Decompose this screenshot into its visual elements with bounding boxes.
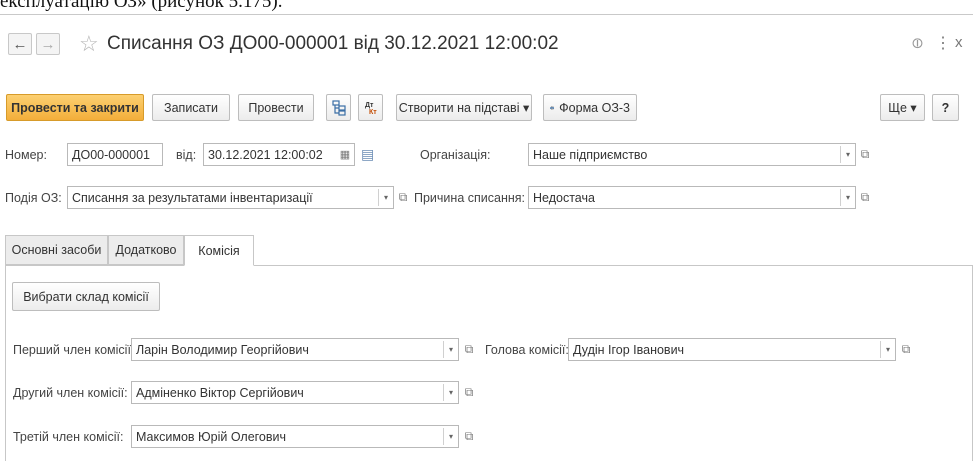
event-value: Списання за результатами інвентаризації [72,190,313,205]
open-first-member-icon[interactable]: ⧉ [462,338,476,361]
second-member-label: Другий член комісії: [13,386,128,400]
printer-icon [550,105,555,110]
first-member-value: Ларін Володимир Георгійович [136,342,309,357]
favorite-star-icon[interactable]: ☆ [79,33,99,55]
back-button[interactable]: ← [8,33,32,55]
post-and-close-button[interactable]: Провести та закрити [6,94,144,121]
forward-button[interactable]: → [36,33,60,55]
first-member-label: Перший член комісії: [13,343,135,357]
reason-label: Причина списання: [414,191,525,205]
link-icon[interactable]: ⊘ [906,32,928,54]
arrow-left-icon: ← [12,35,28,53]
post-button[interactable]: Провести [238,94,314,121]
structure-button[interactable] [326,94,351,121]
chair-value: Дудін Ігор Іванович [573,342,685,357]
third-member-label: Третій член комісії: [13,430,124,444]
reason-value: Недостача [533,190,595,205]
print-form-label: Форма ОЗ-3 [559,100,630,115]
dt-kt-icon: Дт Кт [365,102,377,116]
tab-additional[interactable]: Додатково [108,235,184,265]
hierarchy-icon [331,99,346,116]
dropdown-arrow-icon[interactable]: ▾ [379,187,393,208]
divider [0,14,973,15]
event-field[interactable]: Списання за результатами інвентаризації … [67,186,394,209]
organization-label: Організація: [420,148,491,162]
organization-field[interactable]: Наше підприємство ▾ [528,143,856,166]
open-second-member-icon[interactable]: ⧉ [462,381,476,404]
create-based-on-button[interactable]: Створити на підставі ▾ [396,94,532,121]
dropdown-arrow-icon[interactable]: ▾ [444,426,458,447]
open-organization-icon[interactable]: ⧉ [858,143,872,166]
open-event-icon[interactable]: ⧉ [396,186,410,209]
date-label: від: [176,148,197,162]
chair-field[interactable]: Дудін Ігор Іванович ▾ [568,338,896,361]
number-field[interactable]: ДО00-000001 [67,143,163,166]
page-title: Списання ОЗ ДО00-000001 від 30.12.2021 1… [107,33,559,54]
organization-value: Наше підприємство [533,147,648,162]
dropdown-arrow-icon[interactable]: ▾ [841,187,855,208]
more-button[interactable]: Ще ▾ [880,94,925,121]
page-caption: експлуатацію ОЗ» (рисунок 5.175). [0,0,283,12]
date-field[interactable]: 30.12.2021 12:00:02 ▦ [203,143,355,166]
open-chair-icon[interactable]: ⧉ [899,338,913,361]
arrow-right-icon: → [40,35,56,53]
calendar-icon[interactable]: ▦ [336,144,354,165]
dropdown-arrow-icon[interactable]: ▾ [444,339,458,360]
tab-fixed-assets[interactable]: Основні засоби [5,235,108,265]
dropdown-arrow-icon[interactable]: ▾ [841,144,855,165]
dropdown-arrow-icon[interactable]: ▾ [881,339,895,360]
help-button[interactable]: ? [932,94,959,121]
print-form-button[interactable]: Форма ОЗ-3 [543,94,637,121]
svg-text:Кт: Кт [369,109,377,116]
second-member-field[interactable]: Адміненко Віктор Сергійович ▾ [131,381,459,404]
select-commission-button[interactable]: Вибрати склад комісії [12,282,160,311]
more-icon[interactable]: ⋮ [935,33,951,53]
event-label: Подія ОЗ: [5,191,62,205]
third-member-value: Максимов Юрій Олегович [136,429,287,444]
first-member-field[interactable]: Ларін Володимир Георгійович ▾ [131,338,459,361]
save-button[interactable]: Записати [152,94,230,121]
svg-text:Дт: Дт [365,102,374,109]
chair-label: Голова комісії: [485,343,569,357]
date-value: 30.12.2021 12:00:02 [208,147,323,162]
close-icon[interactable]: x [955,34,963,51]
document-list-icon[interactable]: ▤ [361,146,374,163]
number-label: Номер: [5,148,47,162]
tab-commission[interactable]: Комісія [184,235,254,266]
dropdown-arrow-icon[interactable]: ▾ [444,382,458,403]
third-member-field[interactable]: Максимов Юрій Олегович ▾ [131,425,459,448]
open-reason-icon[interactable]: ⧉ [858,186,872,209]
second-member-value: Адміненко Віктор Сергійович [136,385,304,400]
dt-kt-button[interactable]: Дт Кт [358,94,383,121]
reason-field[interactable]: Недостача ▾ [528,186,856,209]
open-third-member-icon[interactable]: ⧉ [462,425,476,448]
